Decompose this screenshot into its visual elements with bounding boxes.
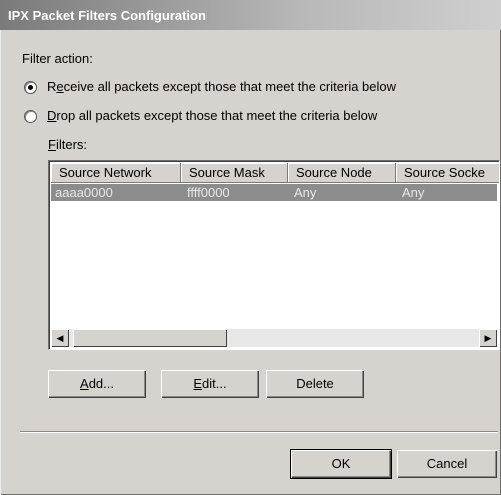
drop-all-label[interactable]: Drop all packets except those that meet … [47, 108, 377, 123]
dialog-title: IPX Packet Filters Configuration [8, 8, 206, 23]
delete-button[interactable]: Delete [266, 370, 364, 398]
drop-all-radio[interactable] [24, 110, 37, 123]
receive-all-radio[interactable] [24, 81, 37, 94]
table-row[interactable]: aaaa0000 ffff0000 Any Any [51, 184, 497, 201]
cell-source-node: Any [294, 185, 317, 200]
ipx-filters-dialog: IPX Packet Filters Configuration Filter … [0, 0, 501, 495]
filters-label: Filters: [48, 137, 88, 152]
cancel-button[interactable]: Cancel [397, 450, 497, 478]
add-button[interactable]: Add... [48, 370, 146, 398]
filter-action-label: Filter action: [22, 51, 93, 66]
cell-source-socket: Any [402, 185, 425, 200]
column-header-source-node[interactable]: Source Node [288, 163, 396, 183]
receive-all-label[interactable]: Receive all packets except those that me… [47, 79, 396, 94]
filters-list[interactable]: Source Network Source Mask Source Node S… [48, 160, 500, 350]
horizontal-scrollbar[interactable]: ◀ ▶ [51, 329, 497, 347]
arrow-right-icon[interactable]: ▶ [479, 329, 497, 347]
column-header-source-socket[interactable]: Source Socke [396, 163, 499, 183]
column-header-source-mask[interactable]: Source Mask [181, 163, 288, 183]
cell-source-mask: ffff0000 [187, 185, 230, 200]
separator [20, 431, 498, 433]
cell-source-network: aaaa0000 [55, 185, 113, 200]
title-bar[interactable]: IPX Packet Filters Configuration [0, 0, 501, 30]
edit-button[interactable]: Edit... [161, 370, 259, 398]
arrow-left-icon[interactable]: ◀ [51, 329, 69, 347]
column-header-source-network[interactable]: Source Network [51, 163, 181, 183]
scrollbar-thumb[interactable] [73, 329, 227, 347]
ok-button[interactable]: OK [290, 449, 392, 479]
